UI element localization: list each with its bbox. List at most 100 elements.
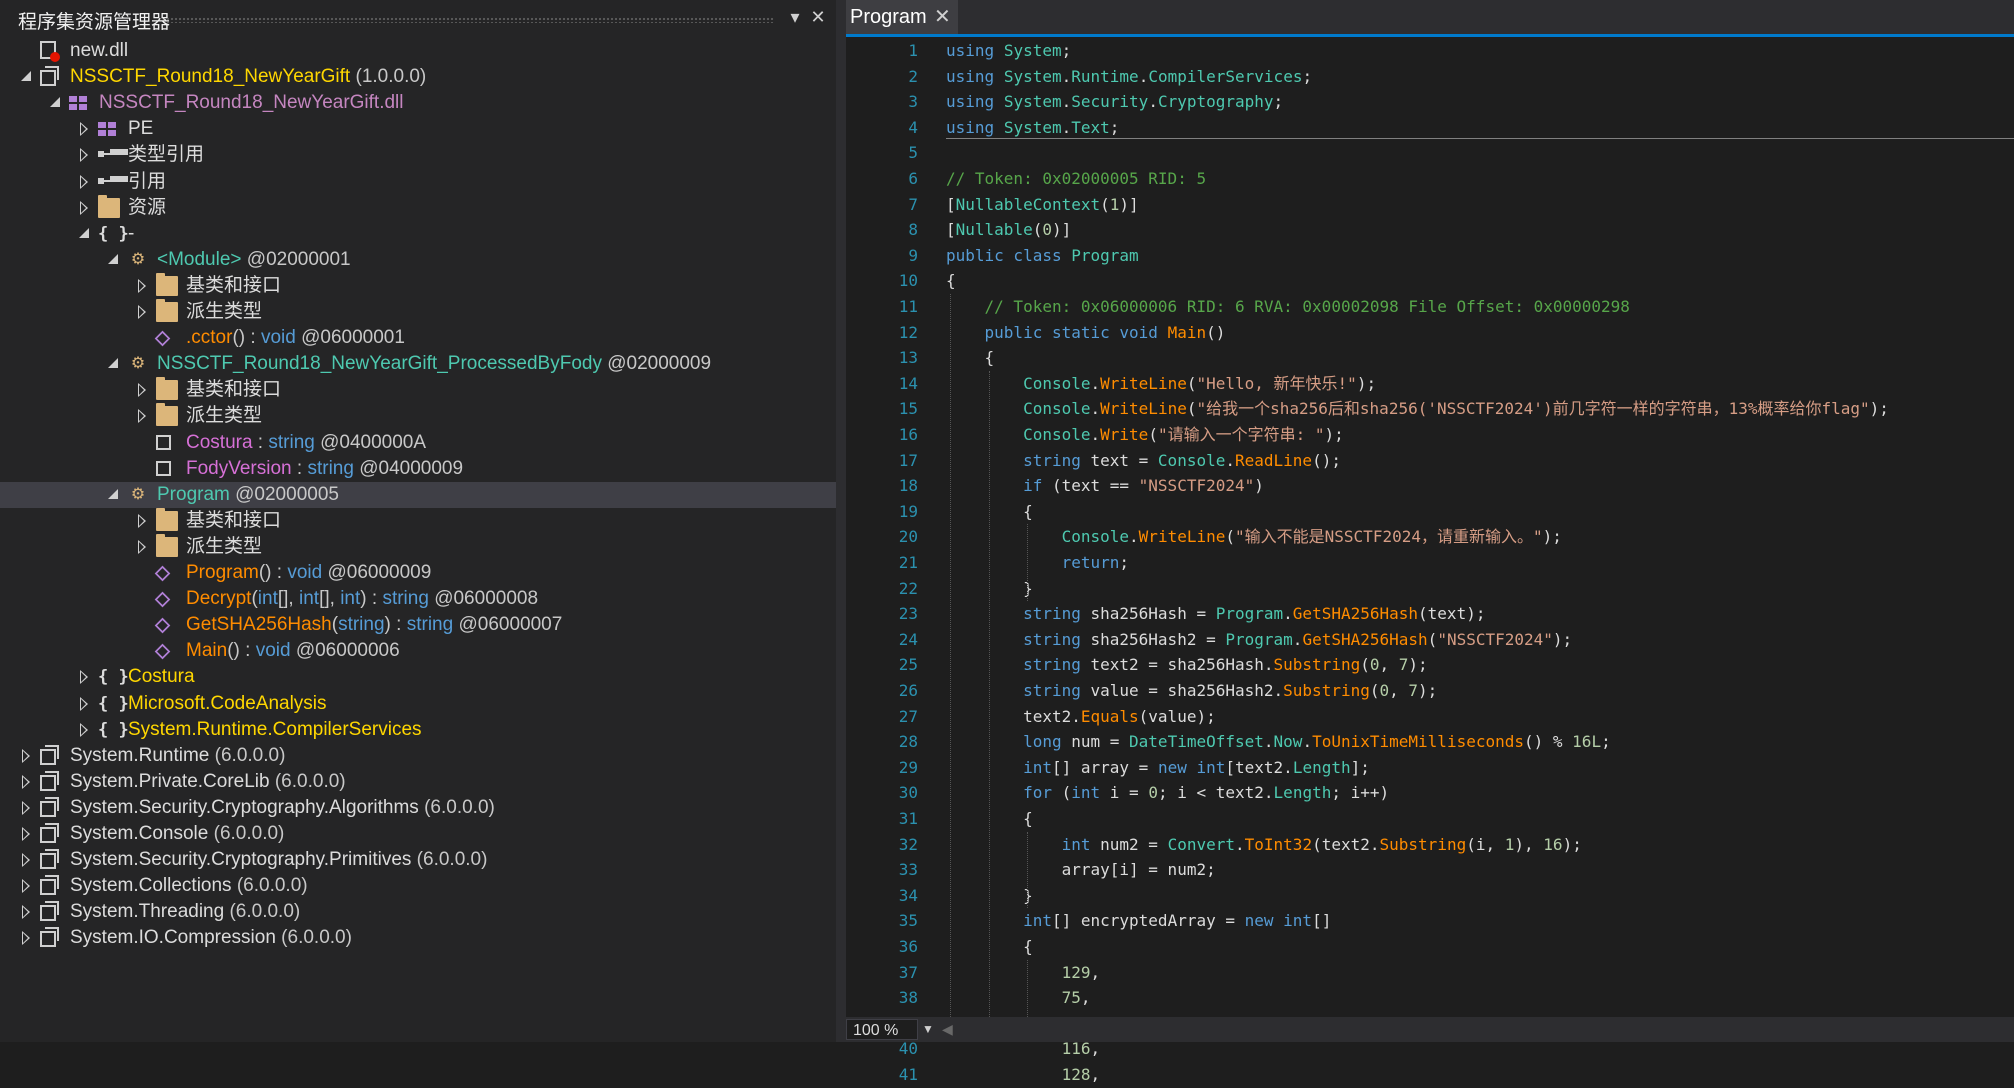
collapsed-arrow-icon[interactable]	[78, 142, 92, 168]
code-token: 116	[1061, 1039, 1091, 1059]
tree-item-assembly-ref[interactable]: System.Security.Cryptography.Primitives …	[0, 847, 836, 873]
collapsed-arrow-icon[interactable]	[78, 169, 92, 195]
code-line: 13 {	[846, 345, 2014, 371]
code-token: .	[1061, 117, 1072, 137]
panel-grip[interactable]	[166, 17, 774, 23]
line-number: 31	[898, 809, 918, 828]
tree-item-cctor[interactable]: .cctor() : void @06000001	[0, 325, 836, 351]
tree-item-base-types[interactable]: 基类和接口	[0, 507, 836, 534]
collapsed-arrow-icon[interactable]	[20, 821, 34, 847]
tree-item-label: 基类和接口	[186, 273, 281, 299]
tree-item-pe[interactable]: PE	[0, 116, 836, 142]
tree-item-assembly-ref[interactable]: System.IO.Compression (6.0.0.0)	[0, 925, 836, 951]
collapsed-arrow-icon[interactable]	[78, 664, 92, 690]
line-number: 28	[898, 732, 918, 752]
code-token: (	[1032, 220, 1043, 240]
line-number: 16	[898, 425, 918, 444]
tree-item-assembly-ref[interactable]: System.Runtime (6.0.0.0)	[0, 743, 836, 769]
code-token: (i,	[1466, 834, 1505, 854]
dropdown-icon[interactable]: ▾	[783, 5, 807, 29]
collapsed-arrow-icon[interactable]	[136, 508, 150, 534]
tree-item-derived-types[interactable]: 派生类型	[0, 533, 836, 560]
collapsed-arrow-icon[interactable]	[20, 873, 34, 899]
tree-item-namespace-costura[interactable]: { } Costura	[0, 664, 836, 690]
tree-item-method-main[interactable]: Main() : void @06000006	[0, 638, 836, 664]
code-token: 7	[1398, 655, 1409, 675]
collapsed-arrow-icon[interactable]	[136, 403, 150, 429]
tree-item-field-fodyversion[interactable]: FodyVersion : string @04000009	[0, 456, 836, 482]
code-token: Cryptography	[1157, 92, 1274, 112]
code-text: string text2 = sha256Hash.Substring(0, 7…	[946, 652, 1428, 678]
scroll-left-icon[interactable]: ◀	[942, 1019, 962, 1040]
tree-item-base-types[interactable]: 基类和接口	[0, 377, 836, 403]
tree-item-assembly-ref[interactable]: System.Security.Cryptography.Algorithms …	[0, 795, 836, 821]
close-icon[interactable]: ✕	[806, 5, 830, 29]
reference-icon	[98, 145, 120, 165]
splitter[interactable]	[836, 0, 846, 1042]
code-token: ;	[1109, 117, 1120, 137]
tab-program[interactable]: Program ✕	[846, 0, 958, 34]
code-token: ;	[1119, 553, 1130, 572]
expanded-arrow-icon[interactable]	[49, 90, 63, 116]
tree-item-base-types[interactable]: 基类和接口	[0, 272, 836, 299]
tree-item-namespace-empty[interactable]: { } -	[0, 221, 836, 247]
tree-item-derived-types[interactable]: 派生类型	[0, 403, 836, 429]
indent-guide	[950, 294, 951, 1017]
code-token: new int	[1157, 757, 1226, 777]
collapsed-arrow-icon[interactable]	[20, 925, 34, 951]
collapsed-arrow-icon[interactable]	[78, 691, 92, 717]
code-line: 30 for (int i = 0; i < text2.Length; i++…	[846, 780, 2014, 806]
tree-item-assembly[interactable]: NSSCTF_Round18_NewYearGift (1.0.0.0)	[0, 64, 836, 90]
tree-item-assembly-ref[interactable]: System.Threading (6.0.0.0)	[0, 899, 836, 925]
item-name: <Module>	[157, 248, 242, 270]
tree-item-label: System.Runtime.CompilerServices	[128, 717, 422, 743]
expanded-arrow-icon[interactable]	[107, 247, 121, 273]
code-line: 34 }	[846, 883, 2014, 909]
zoom-dropdown-icon[interactable]: ▼	[918, 1019, 938, 1040]
item-name: 派生类型	[186, 405, 263, 427]
collapsed-arrow-icon[interactable]	[20, 795, 34, 821]
tree-item-module-dll[interactable]: NSSCTF_Round18_NewYearGift.dll	[0, 90, 836, 116]
tree-item-assembly-ref[interactable]: System.Console (6.0.0.0)	[0, 821, 836, 847]
tree-item-module-class[interactable]: ⚙ <Module> @02000001	[0, 247, 836, 273]
zoom-level[interactable]: 100 %	[846, 1019, 918, 1040]
collapsed-arrow-icon[interactable]	[136, 377, 150, 403]
tree-item-method-decrypt[interactable]: Decrypt(int[], int[], int) : string @060…	[0, 586, 836, 612]
collapsed-arrow-icon[interactable]	[78, 195, 92, 221]
collapsed-arrow-icon[interactable]	[20, 743, 34, 769]
expanded-arrow-icon[interactable]	[107, 351, 121, 377]
tree-item-derived-types[interactable]: 派生类型	[0, 299, 836, 325]
code-token: .	[1090, 373, 1101, 393]
collapsed-arrow-icon[interactable]	[136, 299, 150, 325]
collapsed-arrow-icon[interactable]	[136, 273, 150, 299]
tree-item-program-class[interactable]: ⚙ Program @02000005	[0, 481, 836, 508]
tree-item-method-getsha256hash[interactable]: GetSHA256Hash(string) : string @06000007	[0, 612, 836, 638]
collapsed-arrow-icon[interactable]	[20, 847, 34, 873]
tree-item-assembly-ref[interactable]: System.Collections (6.0.0.0)	[0, 873, 836, 899]
collapsed-arrow-icon[interactable]	[20, 899, 34, 925]
code-token: Console	[1023, 425, 1091, 444]
expanded-arrow-icon[interactable]	[78, 221, 92, 247]
tree-item-new-dll[interactable]: new.dll	[0, 38, 836, 64]
code-token: .	[1061, 66, 1072, 86]
tree-item-fody-class[interactable]: ⚙ NSSCTF_Round18_NewYearGift_ProcessedByF…	[0, 351, 836, 377]
tree-item-namespace-compilerservices[interactable]: { } System.Runtime.CompilerServices	[0, 717, 836, 743]
collapsed-arrow-icon[interactable]	[78, 717, 92, 743]
code-line: 14 Console.WriteLine("Hello, 新年快乐!");	[846, 371, 2014, 397]
tree-item-type-refs[interactable]: 类型引用	[0, 142, 836, 168]
collapsed-arrow-icon[interactable]	[78, 116, 92, 142]
code-token: DateTimeOffset	[1129, 732, 1264, 752]
expanded-arrow-icon[interactable]	[20, 64, 34, 90]
code-token: );	[1542, 527, 1562, 547]
tree-item-field-costura[interactable]: Costura : string @0400000A	[0, 430, 836, 456]
tree-item-refs[interactable]: 引用	[0, 169, 836, 195]
tree-item-method-ctor[interactable]: Program() : void @06000009	[0, 560, 836, 586]
tree-item-namespace-codeanalysis[interactable]: { } Microsoft.CodeAnalysis	[0, 691, 836, 717]
expanded-arrow-icon[interactable]	[107, 482, 121, 508]
collapsed-arrow-icon[interactable]	[136, 534, 150, 560]
tab-close-icon[interactable]: ✕	[934, 4, 951, 29]
tree-item-assembly-ref[interactable]: System.Private.CoreLib (6.0.0.0)	[0, 769, 836, 795]
collapsed-arrow-icon[interactable]	[20, 769, 34, 795]
tree-item-resources[interactable]: 资源	[0, 194, 836, 221]
code-token: array[i] = num2;	[946, 860, 1216, 880]
